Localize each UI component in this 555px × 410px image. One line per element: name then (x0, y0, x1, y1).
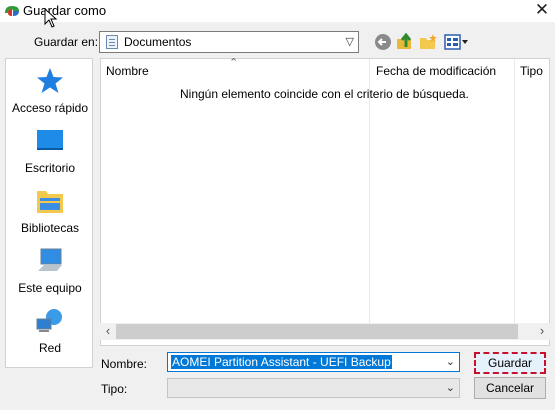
save-button[interactable]: Guardar (474, 352, 546, 374)
look-in-value: Documentos (124, 35, 192, 49)
column-header-type[interactable]: Tipo (520, 64, 543, 78)
file-name-label: Nombre: (101, 357, 148, 371)
back-icon[interactable] (373, 32, 393, 52)
documents-folder-icon (106, 35, 118, 49)
title-bar: Guardar como ✕ (0, 0, 555, 22)
mouse-cursor-icon (44, 8, 58, 28)
window-title: Guardar como (23, 3, 107, 18)
column-header-date[interactable]: Fecha de modificación (376, 64, 496, 78)
column-divider (514, 59, 515, 331)
places-bar: Acceso rápido Escritorio Bibliotecas Est… (5, 58, 93, 368)
close-button[interactable]: ✕ (529, 0, 555, 22)
file-type-dropdown[interactable]: ⌄ (167, 378, 460, 398)
chevron-down-icon[interactable]: ⌄ (446, 355, 455, 368)
look-in-label: Guardar en: (34, 35, 99, 49)
place-desktop[interactable]: Escritorio (6, 127, 94, 175)
horizontal-scrollbar[interactable]: ‹ › (100, 323, 550, 340)
file-type-label: Tipo: (101, 382, 128, 396)
desktop-icon (37, 130, 63, 150)
file-name-input[interactable]: AOMEI Partition Assistant - UEFI Backup (171, 355, 392, 369)
empty-message: Ningún elemento coincide con el criterio… (180, 87, 469, 101)
chevron-down-icon: ▽ (345, 36, 354, 48)
chevron-down-icon: ⌄ (445, 382, 455, 394)
place-label: Escritorio (24, 161, 75, 175)
star-icon (37, 68, 63, 93)
place-label: Este equipo (18, 281, 82, 295)
look-in-dropdown[interactable]: Documentos ▽ (99, 31, 359, 53)
network-icon (36, 309, 62, 332)
file-list[interactable]: ⌃ Nombre Fecha de modificación Tipo Ning… (100, 57, 550, 346)
place-libraries[interactable]: Bibliotecas (6, 187, 94, 235)
file-name-field[interactable]: AOMEI Partition Assistant - UEFI Backup … (167, 352, 460, 372)
sort-ascending-icon: ⌃ (229, 57, 239, 69)
app-icon (5, 6, 19, 16)
place-label: Bibliotecas (20, 221, 80, 235)
place-label: Red (38, 341, 61, 355)
libraries-icon (37, 191, 63, 213)
view-menu-icon[interactable] (443, 32, 469, 52)
scroll-right-icon[interactable]: › (534, 323, 550, 340)
new-folder-icon[interactable] (418, 32, 438, 52)
place-this-pc[interactable]: Este equipo (6, 247, 94, 295)
computer-icon (38, 248, 62, 271)
place-quick-access[interactable]: Acceso rápido (6, 67, 94, 115)
scroll-left-icon[interactable]: ‹ (100, 323, 116, 340)
scrollbar-thumb[interactable] (116, 324, 518, 339)
place-label: Acceso rápido (11, 101, 89, 115)
up-folder-icon[interactable] (395, 31, 415, 51)
cancel-button[interactable]: Cancelar (474, 377, 546, 399)
column-header-name[interactable]: Nombre (106, 64, 149, 78)
place-network[interactable]: Red (6, 307, 94, 355)
